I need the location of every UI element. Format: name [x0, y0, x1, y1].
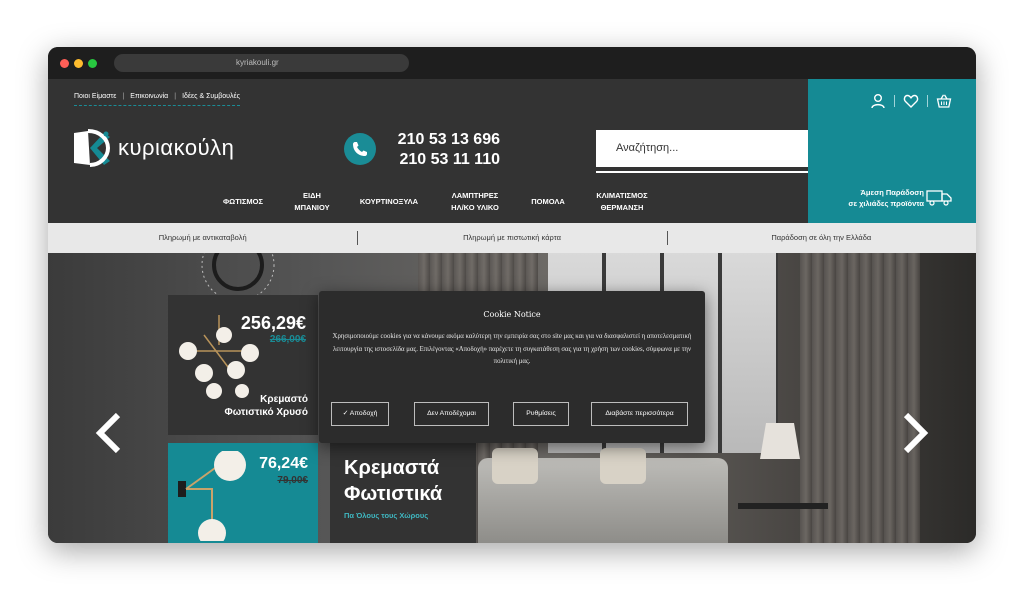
promo-card-gold-pendant[interactable]: 256,29€ 266,00€ Κρεμαστό Φωτιστικό Χρυσό	[168, 295, 318, 435]
address-bar[interactable]: kyriakouli.gr	[114, 54, 409, 72]
cookie-notice-title: Cookie Notice	[483, 310, 541, 319]
site-header: Ποιοι Είμαστε | Επικοινωνία | Ιδέες & Συμβου…	[48, 79, 976, 223]
browser-chrome: kyriakouli.gr	[48, 47, 976, 79]
site-logo[interactable]: κυριακούλη	[70, 129, 234, 167]
nav-item-climate[interactable]: ΚΛΙΜΑΤΙΣΜΟΣ ΘΕΡΜΑΝΣΗ	[578, 190, 666, 214]
user-actions	[870, 93, 952, 109]
cookie-notice-dialog: Cookie Notice Χρησιμοποιούμε cookies για…	[319, 291, 705, 443]
hero-pillow	[492, 448, 538, 484]
promo-card-pendant-lights[interactable]: Κρεμαστά Φωτιστικά Πα Όλους τους Χώρους	[330, 443, 476, 543]
promo-card-wall-light[interactable]: 76,24€ 79,00€	[168, 443, 318, 543]
slider-prev-arrow-icon[interactable]	[94, 413, 124, 453]
promo1-product-name: Κρεμαστό Φωτιστικό Χρυσό	[224, 394, 308, 418]
slider-next-arrow-icon[interactable]	[900, 413, 930, 453]
user-icon[interactable]	[870, 93, 886, 109]
maximize-window-button[interactable]	[88, 59, 97, 68]
basket-icon[interactable]	[936, 93, 952, 109]
promo3-title: Κρεμαστά Φωτιστικά	[344, 457, 443, 505]
header-teal-panel: Άμεση Παράδοση σε χιλιάδες προϊόντα	[808, 79, 976, 223]
promo1-old-price: 266,00€	[269, 334, 306, 345]
info-cash-on-delivery: Πληρωμή με αντικαταβολή	[158, 233, 247, 242]
cookie-notice-text: Χρησιμοποιούμε cookies για να κάνουμε ακ…	[332, 333, 692, 365]
top-link-about[interactable]: Ποιοι Είμαστε	[74, 93, 116, 100]
main-nav: ΦΩΤΙΣΜΟΣ ΕΙΔΗ ΜΠΑΝΙΟΥ ΚΟΥΡΤΙΝΟΞΥΛΑ ΛΑΜΠΤΗ…	[208, 187, 666, 217]
promo1-price: 256,29€	[240, 313, 306, 333]
browser-window: kyriakouli.gr Ποιοι Είμαστε | Επικοινωνία |…	[48, 47, 976, 543]
wall-light-image	[178, 451, 246, 541]
phone-number-1[interactable]: 210 53 13 696	[388, 130, 500, 150]
cookie-accept-button[interactable]: ✓ Αποδοχή	[331, 402, 389, 426]
nav-item-bathroom[interactable]: ΕΙΔΗ ΜΠΑΝΙΟΥ	[278, 190, 346, 214]
phone-number-2[interactable]: 210 53 11 110	[388, 150, 500, 170]
cookie-settings-button[interactable]: Ρυθμίσεις	[513, 402, 569, 426]
hero-pillow	[600, 448, 646, 484]
logo-mark-icon	[74, 129, 111, 167]
promo2-old-price: 79,00€	[277, 475, 308, 486]
nav-item-curtain-rods[interactable]: ΚΟΥΡΤΙΝΟΞΥΛΑ	[346, 196, 432, 208]
top-links: Ποιοι Είμαστε | Επικοινωνία | Ιδέες & Συμβου…	[74, 93, 241, 106]
minimize-window-button[interactable]	[74, 59, 83, 68]
nav-item-handles[interactable]: ΠΟΜΟΛΑ	[518, 196, 578, 208]
hero-side-table	[738, 503, 828, 509]
info-delivery-greece: Παράδοση σε όλη την Ελλάδα	[666, 223, 976, 253]
phone-icon	[344, 133, 376, 165]
nav-item-lamps-electrical[interactable]: ΛΑΜΠΤΗΡΕΣ ΗΛ/ΚΟ ΥΛΙΚΟ	[432, 190, 518, 214]
promo3-subtitle: Πα Όλους τους Χώρους	[344, 511, 429, 520]
cookie-read-more-button[interactable]: Διαβάστε περισσότερα	[591, 402, 688, 426]
info-bar: Πληρωμή με αντικαταβολή Πληρωμή με πιστω…	[48, 223, 976, 253]
heart-icon[interactable]	[903, 93, 919, 109]
top-link-ideas[interactable]: Ιδέες & Συμβουλές	[182, 93, 240, 100]
phone-numbers: 210 53 13 696 210 53 11 110	[388, 130, 500, 170]
close-window-button[interactable]	[60, 59, 69, 68]
delivery-notice: Άμεση Παράδοση σε χιλιάδες προϊόντα	[848, 188, 924, 208]
cookie-buttons: ✓ Αποδοχή Δεν Αποδέχομαι Ρυθμίσεις Διαβά…	[331, 402, 693, 426]
nav-item-lighting[interactable]: ΦΩΤΙΣΜΟΣ	[208, 196, 278, 208]
info-credit-card: Πληρωμή με πιστωτική κάρτα	[357, 223, 666, 253]
hero-curtain-right	[800, 253, 920, 543]
hero-lamp-image	[760, 423, 800, 459]
truck-icon	[926, 190, 952, 206]
cookie-decline-button[interactable]: Δεν Αποδέχομαι	[414, 402, 489, 426]
logo-text: κυριακούλη	[118, 135, 235, 160]
top-link-contact[interactable]: Επικοινωνία	[130, 93, 168, 100]
promo2-price: 76,24€	[259, 455, 308, 472]
